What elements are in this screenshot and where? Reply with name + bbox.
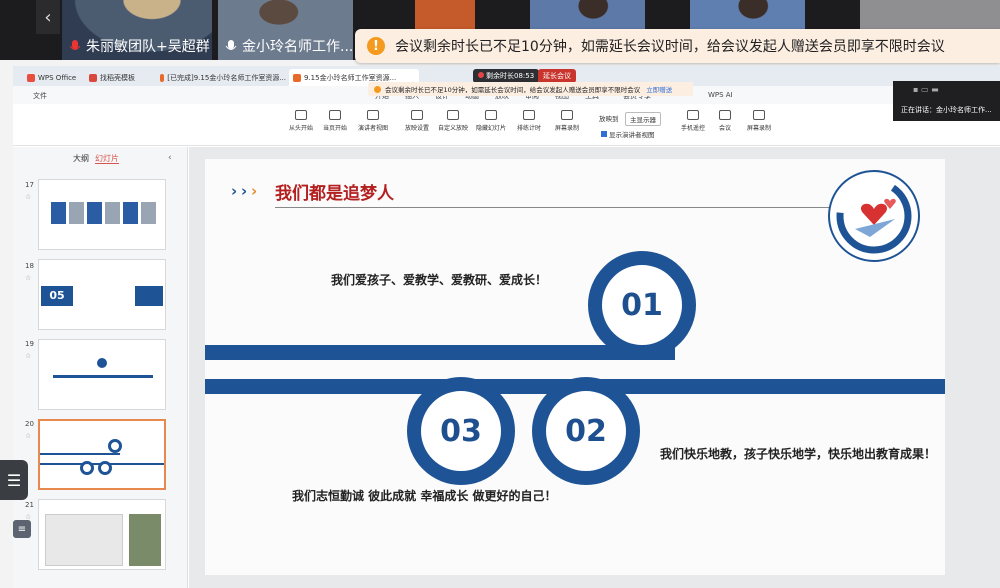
star-icon[interactable]: ☆	[25, 432, 31, 440]
collapse-panel-icon[interactable]: ‹	[168, 153, 172, 163]
chevron-right-icon: ›	[241, 182, 248, 200]
notice-text: 会议剩余时长已不足10分钟，如需延长会议时间，给会议发起人赠送会员即享不限时会议	[395, 39, 945, 55]
meeting-time-notice: ! 会议剩余时长已不足10分钟，如需延长会议时间，给会议发起人赠送会员即享不限时…	[355, 29, 1000, 63]
number-ring-02: 02	[532, 377, 640, 485]
back-button[interactable]: ‹	[36, 0, 60, 34]
settings-icon	[411, 110, 423, 120]
presenter-view-checkbox[interactable]: 显示演讲者视图	[597, 128, 659, 140]
record-icon	[478, 72, 484, 78]
slide-thumbnail[interactable]	[38, 179, 166, 250]
slide-number: 18	[25, 262, 34, 270]
ribbon-custom-show[interactable]: 自定义放映	[433, 110, 473, 132]
ribbon-show-settings[interactable]: 放映设置	[397, 110, 437, 132]
chevron-right-icon: ›	[251, 182, 258, 200]
wps-ai-button[interactable]: WPS AI	[708, 91, 733, 99]
window-controls[interactable]: ▪ ▭ ▬	[913, 85, 939, 94]
speaking-indicator: ▪ ▭ ▬ 正在讲话：金小玲名师工作...	[893, 81, 1000, 121]
mic-icon	[224, 39, 238, 53]
meeting-timer: 剩余时长08:53	[473, 69, 540, 83]
video-tile[interactable]: 金小玲名师工作...	[218, 0, 353, 60]
slide-title: 我们都是追梦人	[275, 184, 394, 204]
list-icon: ≡	[17, 523, 27, 535]
custom-icon	[447, 110, 459, 120]
slide-thumbnail[interactable]	[38, 339, 166, 410]
slide-number: 21	[25, 501, 34, 509]
slide-item-3: 我们志恒勤诚 彼此成就 幸福成长 做更好的自己！	[292, 489, 557, 503]
star-icon[interactable]: ☆	[25, 274, 31, 282]
hide-icon	[485, 110, 497, 120]
checkbox-icon	[601, 131, 607, 137]
slide-item-1: 我们爱孩子、爱教学、爱教研、爱成长！	[331, 273, 548, 287]
extend-meeting-button[interactable]: 延长会议	[538, 69, 576, 83]
star-icon[interactable]: ☆	[25, 352, 31, 360]
gift-link[interactable]: 立即赠送	[646, 84, 672, 94]
slide-item-2: 我们快乐地教，孩子快乐地学，快乐地出教育成果！	[660, 447, 937, 461]
presenter-icon	[367, 110, 379, 120]
side-toggle-button[interactable]: ≡	[13, 520, 31, 538]
tab-slides[interactable]: 幻灯片	[95, 154, 119, 164]
show-to-label: 放映到	[595, 112, 623, 124]
monitor-select[interactable]: 主显示器	[625, 112, 661, 126]
wps-logo-icon	[27, 73, 35, 82]
video-tile[interactable]: 朱丽敏团队+吴超群	[62, 0, 212, 60]
tab-outline[interactable]: 大纲	[73, 154, 89, 163]
number-ring-03: 03	[407, 377, 515, 485]
slide-thumbnail-active[interactable]	[38, 419, 166, 490]
menu-rail-button[interactable]: ☰	[0, 460, 28, 500]
speaking-text: 正在讲话：金小玲名师工作...	[901, 106, 992, 114]
tab-wps-office[interactable]: WPS Office	[23, 69, 83, 86]
timer-icon	[523, 110, 535, 120]
heart-logo-icon	[828, 170, 920, 262]
chevron-right-icon: ›	[231, 182, 238, 200]
slide[interactable]: › › › 我们都是追梦人 01 02 03 我们爱孩子、爱教学、爱教研、爱成长…	[205, 159, 945, 575]
number-ring-01: 01	[588, 251, 696, 359]
blue-band-upper	[205, 345, 675, 360]
participant-name: 金小玲名师工作...	[242, 39, 353, 55]
studio-logo	[825, 167, 923, 265]
meeting-icon	[719, 110, 731, 120]
list-icon: ☰	[6, 470, 22, 490]
ppt-icon	[293, 73, 301, 82]
ribbon-screen-record-2[interactable]: 屏幕录制	[739, 110, 779, 132]
slide-number: 19	[25, 340, 34, 348]
phone-icon	[687, 110, 699, 120]
chevron-left-icon: ‹	[44, 6, 52, 28]
ppt-icon	[160, 73, 165, 82]
menu-file[interactable]: 文件	[33, 91, 47, 101]
mic-icon	[68, 39, 82, 53]
slide-thumbnail[interactable]	[38, 499, 166, 570]
ribbon-rehearse[interactable]: 排练计时	[509, 110, 549, 132]
wps-window: WPS Office 找稻壳模板 [已完成]9.15金小玲名师工作室资源... …	[13, 66, 1000, 588]
ribbon-hide-slide[interactable]: 隐藏幻灯片	[471, 110, 511, 132]
title-divider	[275, 207, 831, 208]
ribbon-presenter-view[interactable]: 演讲者视图	[353, 110, 393, 132]
play-icon	[329, 110, 341, 120]
ribbon-current-slide[interactable]: 当页开始	[315, 110, 355, 132]
star-icon[interactable]: ☆	[25, 193, 31, 201]
record-icon	[561, 110, 573, 120]
warning-icon	[374, 85, 381, 93]
template-icon	[89, 73, 97, 82]
mini-meeting-notice: 会议剩余时长已不足10分钟，如需延长会议时间，给会议发起人赠送会员即享不限时会议…	[368, 82, 693, 96]
tab-doc-completed[interactable]: [已完成]9.15金小玲名师工作室资源...	[156, 69, 286, 86]
slide-thumbnail-panel: 大纲 幻灯片 ‹ 17 ☆ 18 ☆ 05 19 ☆ 20 ☆ 21 ☆	[13, 147, 188, 588]
screen: 朱丽敏团队+吴超群 金小玲名师工作... ‹ ! 会议剩余时长已不足10分钟，如…	[0, 0, 1000, 588]
warning-icon: !	[367, 37, 385, 55]
slide-canvas: › › › 我们都是追梦人 01 02 03 我们爱孩子、爱教学、爱教研、爱成长…	[189, 147, 1000, 588]
ribbon-toolbar: 从头开始 当页开始 演讲者视图 放映设置 自定义放映 隐藏幻灯片 排练计时 屏幕…	[13, 104, 1000, 146]
slide-thumbnail[interactable]: 05	[38, 259, 166, 330]
participant-name: 朱丽敏团队+吴超群	[86, 39, 210, 55]
play-icon	[295, 110, 307, 120]
ribbon-screen-record[interactable]: 屏幕录制	[547, 110, 587, 132]
tab-template[interactable]: 找稻壳模板	[85, 69, 153, 86]
slide-number: 17	[25, 181, 34, 189]
slide-number: 20	[25, 420, 34, 428]
record-icon	[753, 110, 765, 120]
